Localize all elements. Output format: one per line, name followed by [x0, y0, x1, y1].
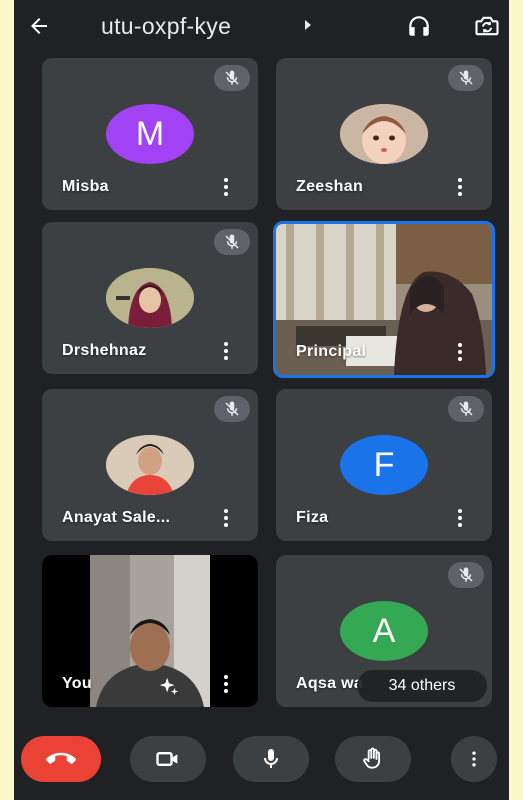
- participant-tile[interactable]: Drshehnaz: [42, 222, 258, 374]
- more-options-button[interactable]: [452, 507, 468, 529]
- effects-button[interactable]: [158, 675, 180, 697]
- mic-off-icon: [448, 65, 484, 91]
- participant-name: Anayat Sale...: [62, 509, 171, 526]
- more-options-button[interactable]: [218, 673, 234, 695]
- participant-name: Aqsa wa: [296, 675, 364, 692]
- call-controls: [14, 728, 509, 788]
- participant-tile-active[interactable]: Principal: [273, 221, 495, 378]
- participant-name: Fiza: [296, 509, 329, 526]
- more-options-button[interactable]: [218, 340, 234, 362]
- more-vert-icon: [472, 751, 476, 767]
- sparkle-icon: [159, 677, 179, 696]
- participant-name: Zeeshan: [296, 178, 364, 195]
- avatar: [340, 104, 428, 164]
- participant-tile[interactable]: Anayat Sale...: [42, 389, 258, 541]
- end-call-button[interactable]: [21, 736, 101, 782]
- meeting-code[interactable]: utu-oxpf-kye: [101, 13, 231, 40]
- participant-tile[interactable]: Zeeshan: [276, 58, 492, 210]
- others-count-button[interactable]: 34 others: [357, 670, 487, 702]
- raise-hand-icon: [363, 747, 380, 769]
- avatar: [106, 435, 194, 495]
- more-menu-button[interactable]: [451, 736, 497, 782]
- switch-camera-button[interactable]: [471, 11, 503, 41]
- avatar: A: [340, 601, 428, 661]
- camera-toggle-button[interactable]: [130, 736, 206, 782]
- mic-off-icon: [214, 65, 250, 91]
- avatar-letter: M: [135, 114, 165, 153]
- mic-off-icon: [448, 562, 484, 588]
- raise-hand-button[interactable]: [335, 736, 411, 782]
- more-options-button[interactable]: [452, 176, 468, 198]
- avatar: M: [106, 104, 194, 164]
- participant-name: Principal: [296, 343, 367, 360]
- more-options-button[interactable]: [218, 507, 234, 529]
- participant-name: You: [62, 675, 92, 692]
- call-end-icon: [46, 752, 76, 764]
- avatar-letter: F: [373, 445, 395, 484]
- more-options-button[interactable]: [218, 176, 234, 198]
- self-tile[interactable]: You: [42, 555, 258, 707]
- switch-camera-icon: [475, 16, 499, 36]
- headphones-icon: [409, 16, 429, 36]
- caret-right-icon[interactable]: [305, 20, 311, 30]
- mic-off-icon: [214, 396, 250, 422]
- audio-output-button[interactable]: [403, 11, 435, 41]
- videocam-icon: [156, 752, 178, 766]
- meet-screen: utu-oxpf-kye M Misba Zeeshan Drshehnaz P…: [14, 0, 509, 800]
- avatar: [106, 268, 194, 328]
- participant-name: Drshehnaz: [62, 342, 147, 359]
- participant-tile[interactable]: F Fiza: [276, 389, 492, 541]
- mic-icon: [264, 749, 278, 768]
- mic-off-icon: [448, 396, 484, 422]
- mic-off-icon: [214, 229, 250, 255]
- avatar: F: [340, 435, 428, 495]
- back-button[interactable]: [24, 12, 54, 40]
- participant-tile[interactable]: M Misba: [42, 58, 258, 210]
- self-video: [90, 555, 210, 707]
- participant-name: Misba: [62, 178, 109, 195]
- avatar-letter: A: [372, 611, 396, 650]
- mic-toggle-button[interactable]: [233, 736, 309, 782]
- top-bar: utu-oxpf-kye: [14, 0, 509, 52]
- more-options-button[interactable]: [452, 341, 468, 363]
- arrow-left-icon: [31, 18, 47, 34]
